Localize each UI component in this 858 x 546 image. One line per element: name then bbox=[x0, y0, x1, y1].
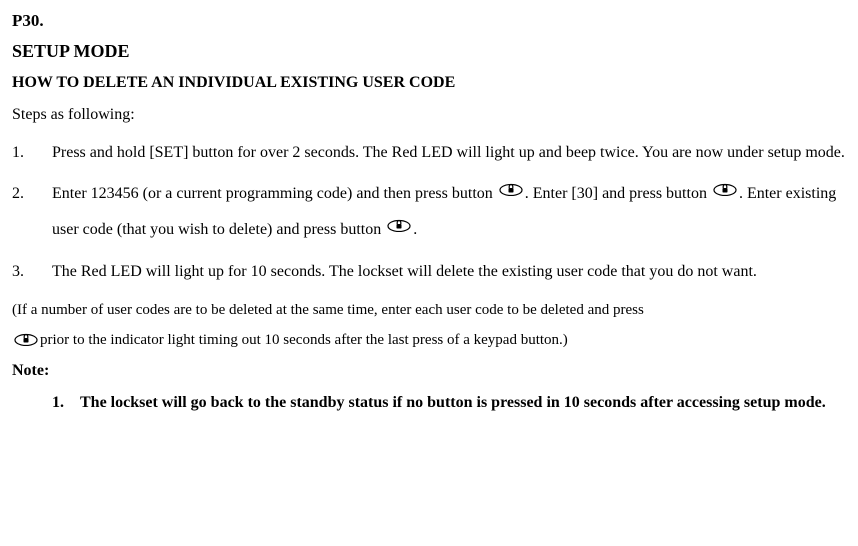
note-text: The lockset will go back to the standby … bbox=[80, 385, 846, 420]
step-text-part: . bbox=[413, 221, 417, 238]
batch-note-part: (If a number of user codes are to be del… bbox=[12, 302, 644, 318]
step-item: 2. Enter 123456 (or a current programmin… bbox=[12, 176, 846, 248]
lock-button-icon bbox=[713, 174, 737, 209]
step-text: Press and hold [SET] button for over 2 s… bbox=[52, 135, 846, 170]
lock-button-icon bbox=[14, 327, 38, 357]
note-label: Note: bbox=[12, 359, 846, 383]
step-text-part: Enter 123456 (or a current programming c… bbox=[52, 185, 497, 202]
batch-note-part: prior to the indicator light timing out … bbox=[40, 332, 568, 348]
step-number: 1. bbox=[12, 135, 52, 170]
lock-button-icon bbox=[387, 210, 411, 245]
note-number: 1. bbox=[52, 385, 80, 420]
section-subtitle: HOW TO DELETE AN INDIVIDUAL EXISTING USE… bbox=[12, 71, 846, 95]
step-item: 3. The Red LED will light up for 10 seco… bbox=[12, 254, 846, 289]
step-number: 3. bbox=[12, 254, 52, 289]
page-title: SETUP MODE bbox=[12, 38, 846, 65]
page-number: P30. bbox=[12, 8, 846, 34]
lock-button-icon bbox=[499, 174, 523, 209]
note-item: 1. The lockset will go back to the stand… bbox=[12, 385, 846, 420]
step-item: 1. Press and hold [SET] button for over … bbox=[12, 135, 846, 170]
steps-intro: Steps as following: bbox=[12, 103, 846, 127]
step-text-part: . Enter [30] and press button bbox=[525, 185, 711, 202]
step-text: The Red LED will light up for 10 seconds… bbox=[52, 254, 846, 289]
step-number: 2. bbox=[12, 176, 52, 248]
batch-delete-note: (If a number of user codes are to be del… bbox=[12, 295, 846, 356]
step-text: Enter 123456 (or a current programming c… bbox=[52, 176, 846, 248]
